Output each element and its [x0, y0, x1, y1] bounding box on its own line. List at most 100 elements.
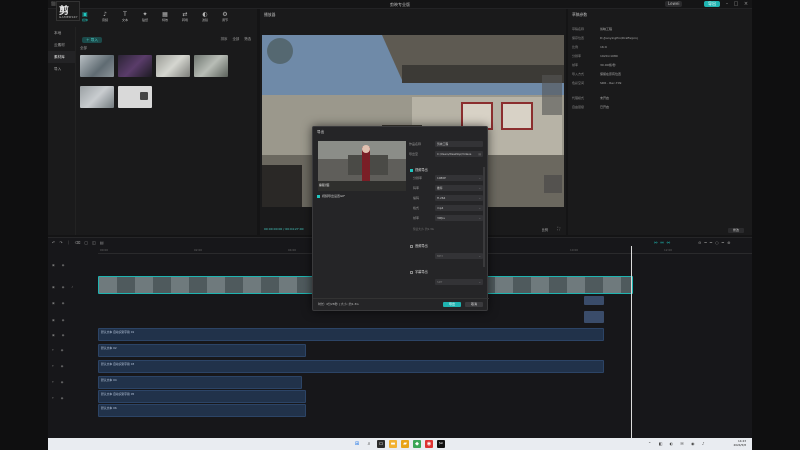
format-select[interactable]: mp4 ⌄: [435, 205, 483, 211]
view-button[interactable]: 全部: [232, 36, 239, 41]
text-clip[interactable]: 默认文本 自动识别字幕 03: [98, 360, 604, 373]
subtitle-format-select[interactable]: SRT ⌄: [435, 279, 483, 285]
track-controls[interactable]: ▣ ◉: [52, 318, 67, 322]
edit-tools-icon[interactable]: ↶↷｜⌫▢◫▤: [52, 240, 108, 246]
dialog-footer: 时长: 4分28秒 | 大小: 约1.3G 导出 取消: [313, 298, 489, 310]
taskbar: ⊞ ⌕ ▭ ▬ ▰ ◆ ◉ ✂ ⌃ ◧ ◐ ✉ ◉ ♪ 14:23 2024/5/…: [48, 438, 752, 450]
sort-button[interactable]: 排序: [221, 36, 228, 41]
framerate-select[interactable]: 30fps ⌄: [435, 215, 483, 221]
path-input[interactable]: C:/Users/Desktop/Videos ▤: [435, 151, 483, 157]
audio-format-select[interactable]: MP3 ⌄: [435, 253, 483, 259]
modify-button[interactable]: 修改: [727, 228, 744, 233]
dialog-title: 导出: [317, 130, 325, 134]
audio-export-checkbox[interactable]: 音频导出: [410, 243, 428, 248]
tool-sticker[interactable]: ✦ 贴纸: [138, 11, 152, 23]
resolution-select[interactable]: 1080P ⌄: [435, 175, 483, 181]
framerate-label: 帧率: [413, 216, 420, 220]
format-label: 格式: [413, 206, 420, 210]
tool-effects[interactable]: ▦ 特效: [158, 11, 172, 23]
track-controls[interactable]: T ◉: [52, 380, 66, 384]
gif-option[interactable]: 视频导出设置GIF: [317, 194, 345, 198]
name-label: 作品名称: [409, 142, 422, 146]
nav-local[interactable]: 本地: [48, 27, 75, 39]
import-button[interactable]: ＋ 导入: [82, 37, 102, 43]
text-clip[interactable]: 默认文本 06: [98, 404, 306, 417]
media-clip[interactable]: [194, 55, 228, 77]
cover-thumbnail[interactable]: [318, 141, 406, 191]
codec-label: 编码: [413, 196, 420, 200]
tool-media[interactable]: ▣ 媒体: [78, 11, 92, 23]
filter-button[interactable]: 筛选: [244, 36, 251, 41]
text-clip[interactable]: 默认文本 自动识别字幕 05: [98, 390, 306, 403]
ratio-button[interactable]: 比例: [542, 227, 548, 232]
track-controls[interactable]: ▣ ◉: [52, 333, 67, 337]
explorer-icon[interactable]: ▬: [389, 440, 397, 448]
subtitle-export-checkbox[interactable]: 字幕导出: [410, 269, 428, 274]
resolution-label: 分辨率: [413, 176, 423, 180]
track-controls[interactable]: ▣ ◉: [52, 263, 67, 267]
prop-row: 分辨率 1920×1080: [572, 54, 618, 58]
audio-clip[interactable]: [584, 296, 604, 305]
main-toolbar: ▣ 媒体 ♪ 音频 T 文本 ✦ 贴纸 ▦ 特效 ⇄ 转场 ◐ 滤镜 ⚙ 调节: [78, 11, 232, 23]
text-clip[interactable]: 默认文本 自动识别字幕 01: [98, 328, 604, 341]
track-controls[interactable]: T ◉: [52, 348, 66, 352]
properties-title: 草稿参数: [572, 12, 588, 17]
bitrate-select[interactable]: 推荐 ⌄: [435, 185, 483, 191]
track-controls[interactable]: T ◉: [52, 364, 66, 368]
clock[interactable]: 14:23 2024/5/8: [733, 439, 746, 447]
folder-icon[interactable]: ▰: [401, 440, 409, 448]
watermark-logo: 剪 GAMERSKY: [56, 1, 80, 21]
media-clip[interactable]: [118, 86, 152, 108]
tool-audio[interactable]: ♪ 音频: [98, 11, 112, 23]
timecode: 00:00:00:00 / 00:04:27:00: [264, 227, 304, 231]
dialog-cancel-button[interactable]: 取消: [465, 302, 483, 307]
track-controls[interactable]: T ◉: [52, 396, 66, 400]
account-button[interactable]: Lewei: [665, 1, 683, 7]
media-clip[interactable]: [80, 55, 114, 77]
dialog-scrollbar[interactable]: [483, 167, 485, 267]
prop-row: 保存位置 D:/JianyingPro/Drafts/proj: [572, 36, 638, 40]
nav-cloud[interactable]: 云素材: [48, 39, 75, 51]
name-input[interactable]: 剪映工程: [435, 141, 483, 147]
edit-cover-button[interactable]: 编辑封面: [319, 183, 329, 187]
media-clip[interactable]: [156, 55, 190, 77]
export-dialog: 导出 编辑封面 视频导出设置GIF 作品名称 剪映工程 导出至 C:/Users…: [312, 126, 489, 311]
minimize-icon[interactable]: –: [723, 1, 731, 7]
media-clip[interactable]: [118, 55, 152, 77]
prop-row: 色彩空间 SDR - Rec.709: [572, 81, 622, 85]
capcut-icon[interactable]: ✂: [437, 440, 445, 448]
prop-row: 自由层级 已开启: [572, 105, 610, 109]
nav-import[interactable]: 导入: [48, 63, 75, 75]
tool-filter[interactable]: ◐ 滤镜: [198, 11, 212, 23]
media-all-label: 全部: [80, 46, 87, 50]
timeline-toggles-icon[interactable]: ⚯⚯⚯: [654, 240, 673, 245]
codec-select[interactable]: H.264 ⌄: [435, 195, 483, 201]
app-icon[interactable]: ◆: [413, 440, 421, 448]
export-button[interactable]: 导出: [704, 1, 720, 7]
zoom-icon[interactable]: ⊖━━○━⊕: [698, 240, 733, 245]
playhead[interactable]: [631, 246, 632, 439]
taskview-icon[interactable]: ▭: [377, 440, 385, 448]
tool-adjust[interactable]: ⚙ 调节: [218, 11, 232, 23]
app-icon[interactable]: ◉: [425, 440, 433, 448]
fullscreen-icon[interactable]: ⛶: [557, 226, 560, 231]
preview-title: 播放器: [264, 12, 276, 17]
media-clip[interactable]: [80, 86, 114, 108]
tool-transition[interactable]: ⇄ 转场: [178, 11, 192, 23]
dialog-export-button[interactable]: 导出: [443, 302, 461, 307]
maximize-icon[interactable]: □: [732, 1, 740, 7]
media-actions: 排序 全部 筛选: [221, 36, 251, 41]
close-icon[interactable]: ×: [742, 1, 750, 7]
tool-text[interactable]: T 文本: [118, 11, 132, 23]
track-controls[interactable]: ▣ ◉ ♪: [52, 285, 76, 289]
track-controls[interactable]: ▣ ◉: [52, 301, 67, 305]
search-icon[interactable]: ⌕: [365, 440, 373, 448]
text-clip[interactable]: 默认文本 02: [98, 344, 306, 357]
export-info: 时长: 4分28秒 | 大小: 约1.3G: [318, 302, 359, 306]
start-icon[interactable]: ⊞: [353, 440, 361, 448]
tray-icons[interactable]: ⌃ ◧ ◐ ✉ ◉ ♪: [648, 441, 707, 446]
video-export-checkbox[interactable]: 视频导出: [410, 167, 428, 172]
nav-library[interactable]: 素材库: [48, 51, 75, 63]
audio-clip[interactable]: [584, 311, 604, 323]
text-clip[interactable]: 默认文本 04: [98, 376, 302, 389]
